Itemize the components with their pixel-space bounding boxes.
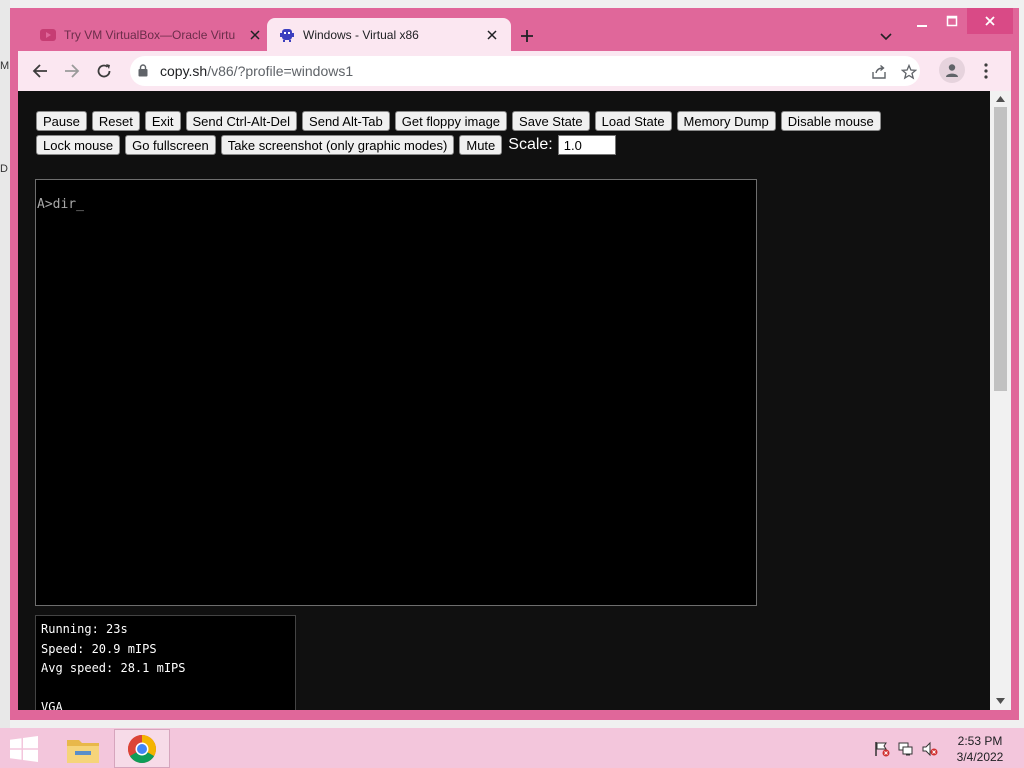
tab-title: Windows - Virtual x86 [303, 27, 419, 42]
scale-label: Scale: [508, 136, 553, 153]
url-path: /v86/?profile=windows1 [207, 63, 354, 79]
youtube-favicon-icon [40, 28, 56, 41]
reload-button[interactable] [92, 59, 116, 83]
arrow-left-icon [32, 64, 47, 78]
clock-time: 2:53 PM [957, 734, 1003, 748]
mute-button[interactable]: Mute [459, 135, 503, 155]
close-icon [985, 16, 995, 26]
save-state-button[interactable]: Save State [512, 111, 590, 131]
taskbar-file-explorer[interactable] [55, 729, 111, 768]
scale-input[interactable]: 1.0 [557, 135, 616, 155]
speaker-muted-icon [922, 741, 938, 757]
send-ctrl-alt-del-button[interactable]: Send Ctrl-Alt-Del [185, 111, 298, 131]
stat-spacer [41, 681, 290, 701]
go-fullscreen-button[interactable]: Go fullscreen [125, 135, 216, 155]
clock-date: 3/4/2022 [956, 750, 1004, 764]
emulator-controls-row-1: Pause Reset Exit Send Ctrl-Alt-Del Send … [36, 111, 881, 131]
flag-icon [875, 742, 890, 757]
lock-mouse-button[interactable]: Lock mouse [36, 135, 121, 155]
browser-toolbar: copy.sh/v86/?profile=windows1 [18, 51, 1011, 91]
emulator-screen[interactable]: A>dir_ [35, 179, 757, 606]
v86-favicon-icon [280, 28, 294, 42]
pause-button[interactable]: Pause [36, 111, 87, 131]
window-controls [907, 8, 1013, 34]
desktop-edge-label-2: D [0, 163, 8, 175]
volume-tray-button[interactable] [921, 740, 939, 758]
share-button[interactable] [870, 63, 888, 81]
reload-icon [97, 64, 111, 78]
url-text: copy.sh/v86/?profile=windows1 [160, 63, 353, 79]
url-host: copy.sh [160, 63, 208, 79]
load-state-button[interactable]: Load State [594, 111, 672, 131]
scroll-down-icon[interactable] [996, 697, 1005, 705]
scroll-up-icon[interactable] [996, 95, 1005, 103]
tab-close-button[interactable] [244, 29, 266, 40]
tab-close-button[interactable] [481, 29, 503, 40]
minimize-icon [917, 25, 927, 27]
disable-mouse-button[interactable]: Disable mouse [780, 111, 881, 131]
taskbar-chrome[interactable] [114, 729, 170, 768]
network-icon [898, 742, 913, 756]
folder-icon [67, 739, 99, 763]
chrome-icon [128, 734, 156, 763]
arrow-right-icon [65, 64, 80, 78]
system-clock[interactable]: 2:53 PM 3/4/2022 [950, 733, 1010, 765]
maximize-button[interactable] [937, 8, 967, 34]
minimize-button[interactable] [907, 8, 937, 34]
action-center-tray-button[interactable] [873, 740, 891, 758]
emulator-controls-row-2: Lock mouse Go fullscreen Take screenshot… [36, 135, 616, 155]
tab-search-button[interactable] [874, 25, 898, 49]
more-vertical-icon [984, 63, 988, 79]
tab-windows-virtual-x86[interactable]: Windows - Virtual x86 [267, 18, 511, 51]
maximize-icon [946, 15, 958, 27]
avatar-icon [946, 64, 958, 77]
address-bar[interactable]: copy.sh/v86/?profile=windows1 [130, 56, 920, 86]
page-content: Pause Reset Exit Send Ctrl-Alt-Del Send … [18, 91, 990, 710]
star-icon [901, 64, 917, 80]
reset-button[interactable]: Reset [91, 111, 140, 131]
lock-icon [138, 64, 148, 77]
back-button[interactable] [28, 59, 52, 83]
forward-button[interactable] [60, 59, 84, 83]
close-icon [487, 29, 497, 40]
tab-title: Try VM VirtualBox—Oracle Virtu [64, 27, 236, 42]
exit-button[interactable]: Exit [144, 111, 181, 131]
chevron-down-icon [880, 33, 892, 41]
close-icon [250, 29, 260, 40]
browser-menu-button[interactable] [980, 59, 992, 83]
stat-mode: VGA [41, 700, 63, 710]
desktop-edge-label-1: M [0, 60, 10, 72]
memory-dump-button[interactable]: Memory Dump [676, 111, 776, 131]
profile-button[interactable] [939, 57, 965, 83]
emulator-stats-panel: Running: 23s Speed: 20.9 mIPS Avg speed:… [35, 615, 296, 710]
plus-icon [521, 30, 533, 42]
stat-running: Running: 23s [41, 622, 128, 636]
browser-window: Try VM VirtualBox—Oracle Virtu Windows -… [10, 8, 1019, 720]
scrollbar-thumb[interactable] [994, 107, 1007, 391]
network-tray-button[interactable] [897, 740, 915, 758]
page-scrollbar[interactable] [990, 91, 1011, 710]
new-tab-button[interactable] [515, 24, 539, 48]
get-floppy-image-button[interactable]: Get floppy image [394, 111, 508, 131]
screen-text: A>dir_ [37, 197, 84, 212]
close-window-button[interactable] [967, 8, 1013, 34]
stat-speed: Speed: 20.9 mIPS [41, 641, 157, 656]
send-alt-tab-button[interactable]: Send Alt-Tab [302, 111, 390, 131]
take-screenshot-button[interactable]: Take screenshot (only graphic modes) [220, 135, 455, 155]
stat-avg-speed: Avg speed: 28.1 mIPS [41, 661, 186, 675]
taskbar: 2:53 PM 3/4/2022 [0, 728, 1024, 768]
desktop-edge: M D [0, 0, 10, 728]
start-button[interactable] [10, 736, 38, 762]
tab-virtualbox[interactable]: Try VM VirtualBox—Oracle Virtu [28, 18, 274, 51]
share-icon [872, 64, 886, 79]
bookmark-button[interactable] [900, 63, 918, 81]
